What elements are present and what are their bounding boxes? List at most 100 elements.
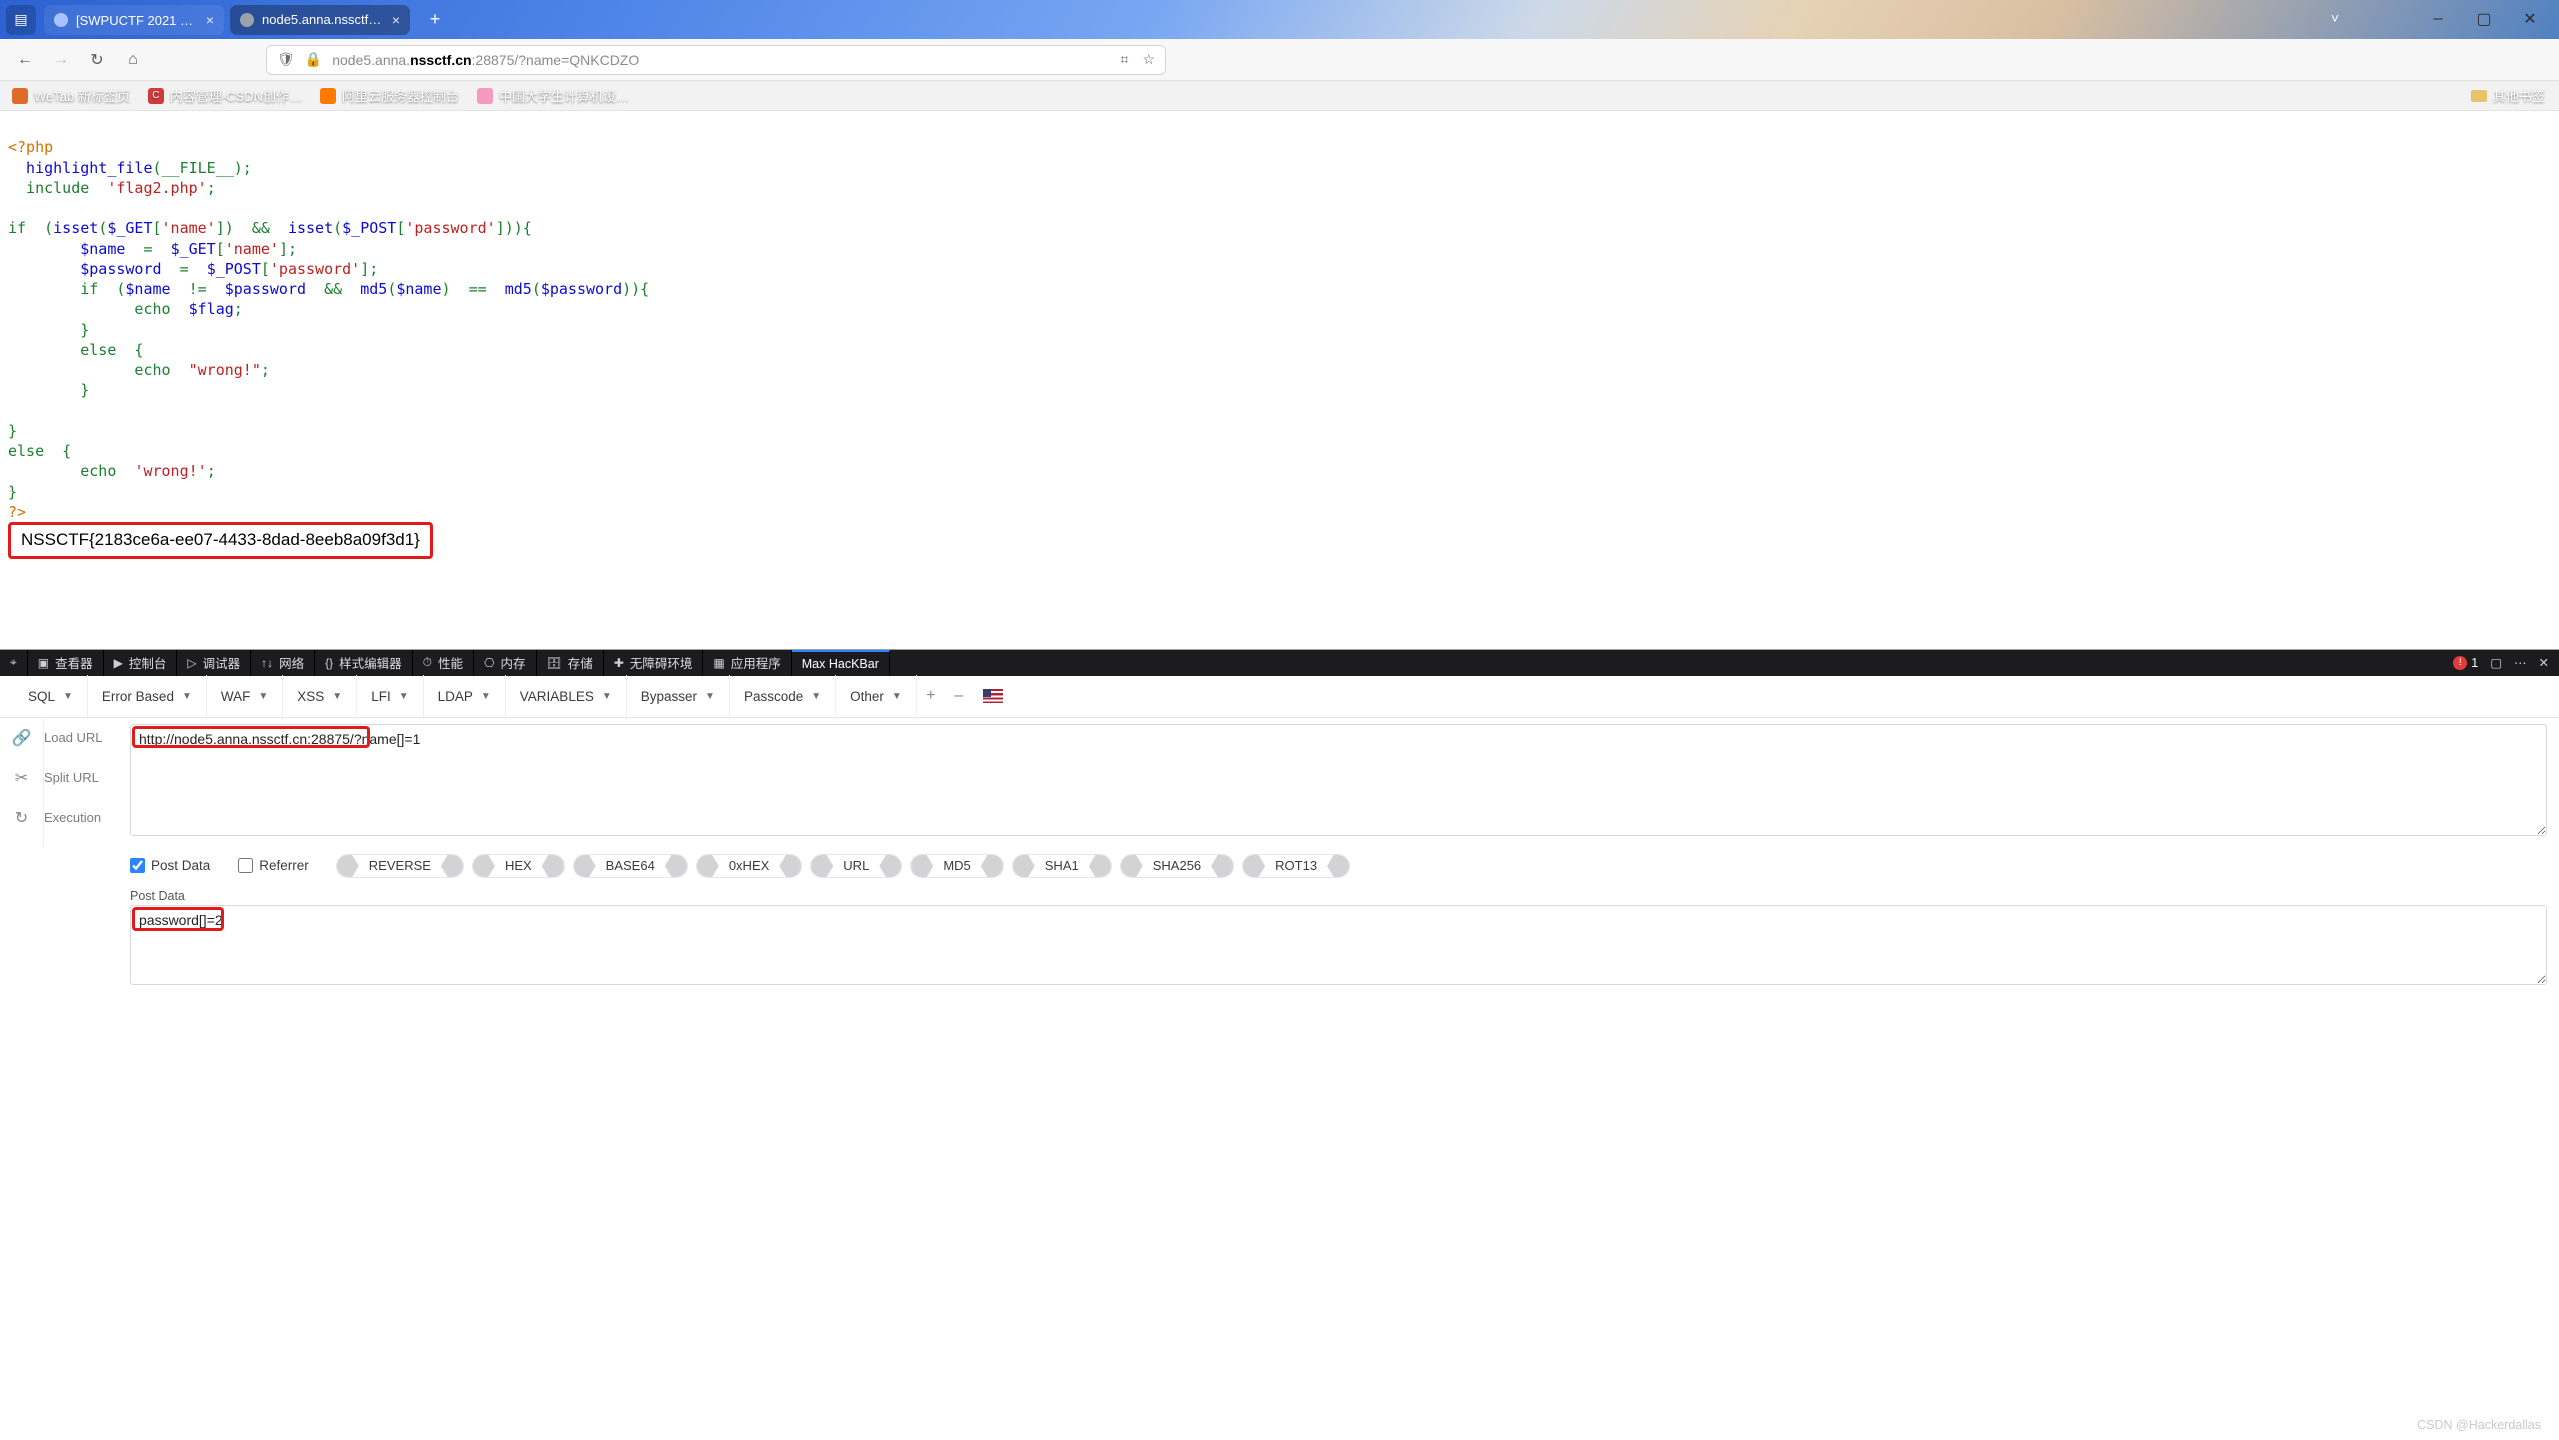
hackbar-dd-waf[interactable]: WAF▼: [207, 675, 283, 717]
devtools-tab-network[interactable]: ↑↓网络: [251, 650, 315, 676]
bookmarks-bar: WeTab 新标签页 C 内容管理-CSDN创作… 阿里云服务器控制台 中国大学…: [0, 81, 2559, 111]
bookmark-label: 内容管理-CSDN创作…: [170, 86, 302, 105]
devtools-tab-memory[interactable]: ⎔内存: [474, 650, 537, 676]
bookmark-favicon-icon: C: [148, 88, 164, 104]
pill-md5[interactable]: MD5: [911, 855, 1002, 877]
minimize-button[interactable]: –: [2415, 4, 2461, 34]
nav-reload-button[interactable]: ↻: [84, 50, 110, 70]
scissors-icon[interactable]: ✂: [15, 758, 28, 798]
devtools-tab-performance[interactable]: ⏱性能: [413, 650, 474, 676]
page-body: <?php highlight_file(__FILE__); include …: [0, 111, 2559, 565]
tab-title: [SWPUCTF 2021 新生赛]easy: [76, 10, 198, 29]
pill-hex[interactable]: HEX: [473, 855, 564, 877]
devtools-picker-icon[interactable]: ⌖: [0, 650, 28, 676]
url-toolbar: ← → ↻ ⌂ 🛡 🔒 node5.anna.nssctf.cn:28875/?…: [0, 39, 2559, 81]
pill-base64[interactable]: BASE64: [574, 855, 687, 877]
close-icon[interactable]: ×: [392, 12, 400, 28]
address-bar[interactable]: 🛡 🔒 node5.anna.nssctf.cn:28875/?name=QNK…: [266, 45, 1166, 75]
bookmark-favicon-icon: [12, 88, 28, 104]
hackbar-panel: SQL▼ Error Based▼ WAF▼ XSS▼ LFI▼ LDAP▼ V…: [0, 676, 2559, 1000]
refresh-icon[interactable]: ↻: [15, 798, 28, 838]
maximize-button[interactable]: ▢: [2461, 4, 2507, 34]
devtools-tab-application[interactable]: ▦应用程序: [703, 650, 791, 676]
bookmark-item[interactable]: C 内容管理-CSDN创作…: [148, 86, 302, 105]
link-icon[interactable]: 🔗: [12, 718, 32, 758]
new-tab-button[interactable]: +: [422, 7, 448, 33]
pill-rot13[interactable]: ROT13: [1243, 855, 1349, 877]
hackbar-dd-bypasser[interactable]: Bypasser▼: [627, 675, 730, 717]
devtools-more-icon[interactable]: ⋯: [2514, 655, 2527, 670]
close-icon[interactable]: ×: [206, 12, 214, 28]
bookmark-favicon-icon: [320, 88, 336, 104]
hackbar-minus-button[interactable]: –: [945, 687, 973, 705]
lock-icon[interactable]: 🔒: [305, 51, 322, 68]
hackbar-dd-ldap[interactable]: LDAP▼: [424, 675, 506, 717]
nav-home-button[interactable]: ⌂: [120, 51, 146, 69]
bookmark-star-icon[interactable]: ☆: [1142, 51, 1155, 68]
hackbar-menu-row: SQL▼ Error Based▼ WAF▼ XSS▼ LFI▼ LDAP▼ V…: [0, 676, 2559, 718]
folder-icon: [2471, 90, 2487, 102]
label-execution[interactable]: Execution: [44, 798, 130, 838]
hackbar-dd-vars[interactable]: VARIABLES▼: [506, 675, 627, 717]
devtools-dock-icon[interactable]: ▢: [2490, 655, 2502, 670]
devtools-close-icon[interactable]: ✕: [2539, 655, 2549, 670]
hackbar-dd-error[interactable]: Error Based▼: [88, 675, 207, 717]
hackbar-dd-lfi[interactable]: LFI▼: [357, 675, 423, 717]
shield-icon[interactable]: 🛡: [277, 51, 295, 68]
tab-1[interactable]: [SWPUCTF 2021 新生赛]easy ×: [44, 5, 224, 35]
hackbar-postdata-input[interactable]: [130, 905, 2547, 985]
devtools-tab-debugger[interactable]: ▷调试器: [177, 650, 251, 676]
pill-url[interactable]: URL: [811, 855, 901, 877]
label-split-url[interactable]: Split URL: [44, 758, 130, 798]
hackbar-side-icons: 🔗 ✂ ↻: [0, 718, 44, 847]
window-controls: – ▢ ✕: [2415, 4, 2553, 34]
devtools-tab-inspector[interactable]: ▣查看器: [28, 650, 104, 676]
bookmark-label: WeTab 新标签页: [34, 86, 130, 105]
tab-title: node5.anna.nssctf.cn:28875/?na…: [262, 12, 384, 27]
devtools-panel: ⌖ ▣查看器 ▶控制台 ▷调试器 ↑↓网络 {}样式编辑器 ⏱性能 ⎔内存 🗄存…: [0, 649, 2559, 1000]
pill-reverse[interactable]: REVERSE: [337, 855, 463, 877]
bookmark-favicon-icon: [477, 88, 493, 104]
bookmark-item[interactable]: 中国大学生计算机设…: [477, 86, 629, 105]
hackbar-dd-xss[interactable]: XSS▼: [283, 675, 357, 717]
postdata-checkbox[interactable]: Post Data: [130, 858, 210, 873]
hackbar-plus-button[interactable]: +: [917, 687, 945, 705]
bookmark-item[interactable]: 阿里云服务器控制台: [320, 86, 459, 105]
postdata-label: Post Data: [0, 885, 2559, 905]
devtools-tab-hackbar[interactable]: Max HacKBar: [792, 650, 890, 676]
favicon-icon: [54, 13, 68, 27]
nav-back-button[interactable]: ←: [12, 51, 38, 69]
watermark: CSDN @Hackerdallas: [2417, 1418, 2541, 1432]
tab-2-active[interactable]: node5.anna.nssctf.cn:28875/?na… ×: [230, 5, 410, 35]
address-text: node5.anna.nssctf.cn:28875/?name=QNKCDZO: [332, 52, 639, 68]
us-flag-icon[interactable]: [983, 689, 1003, 703]
devtools-tab-storage[interactable]: 🗄存储: [537, 650, 604, 676]
nav-forward-button: →: [48, 51, 74, 69]
other-bookmarks[interactable]: 其他书签: [2471, 86, 2545, 105]
label-load-url[interactable]: Load URL: [44, 718, 130, 758]
hackbar-dd-passcode[interactable]: Passcode▼: [730, 675, 836, 717]
qr-icon[interactable]: ⌗: [1121, 51, 1129, 68]
favicon-icon: [240, 13, 254, 27]
bookmark-item[interactable]: WeTab 新标签页: [12, 86, 130, 105]
devtools-tab-accessibility[interactable]: ✚无障碍环境: [604, 650, 704, 676]
sidebar-toggle[interactable]: ▤: [6, 5, 36, 35]
referrer-checkbox[interactable]: Referrer: [238, 858, 309, 873]
pill-0xhex[interactable]: 0xHEX: [697, 855, 801, 877]
devtools-error-count[interactable]: !1: [2453, 656, 2478, 670]
close-window-button[interactable]: ✕: [2507, 4, 2553, 34]
hackbar-url-input[interactable]: [130, 724, 2547, 836]
hackbar-dd-sql[interactable]: SQL▼: [14, 675, 88, 717]
devtools-tabs: ⌖ ▣查看器 ▶控制台 ▷调试器 ↑↓网络 {}样式编辑器 ⏱性能 ⎔内存 🗄存…: [0, 650, 2559, 676]
hackbar-options-row: Post Data Referrer REVERSE HEX BASE64 0x…: [0, 847, 2559, 885]
tabs-list-chevron-icon[interactable]: ˅: [2331, 10, 2339, 26]
pill-sha1[interactable]: SHA1: [1013, 855, 1111, 877]
hackbar-dd-other[interactable]: Other▼: [836, 675, 917, 717]
flag-output: NSSCTF{2183ce6a-ee07-4433-8dad-8eeb8a09f…: [8, 522, 433, 559]
bookmark-label: 阿里云服务器控制台: [342, 86, 459, 105]
devtools-tab-styles[interactable]: {}样式编辑器: [315, 650, 413, 676]
devtools-tab-console[interactable]: ▶控制台: [104, 650, 178, 676]
other-bookmarks-label: 其他书签: [2493, 86, 2545, 105]
hackbar-side-labels: Load URL Split URL Execution: [44, 718, 130, 847]
pill-sha256[interactable]: SHA256: [1121, 855, 1233, 877]
